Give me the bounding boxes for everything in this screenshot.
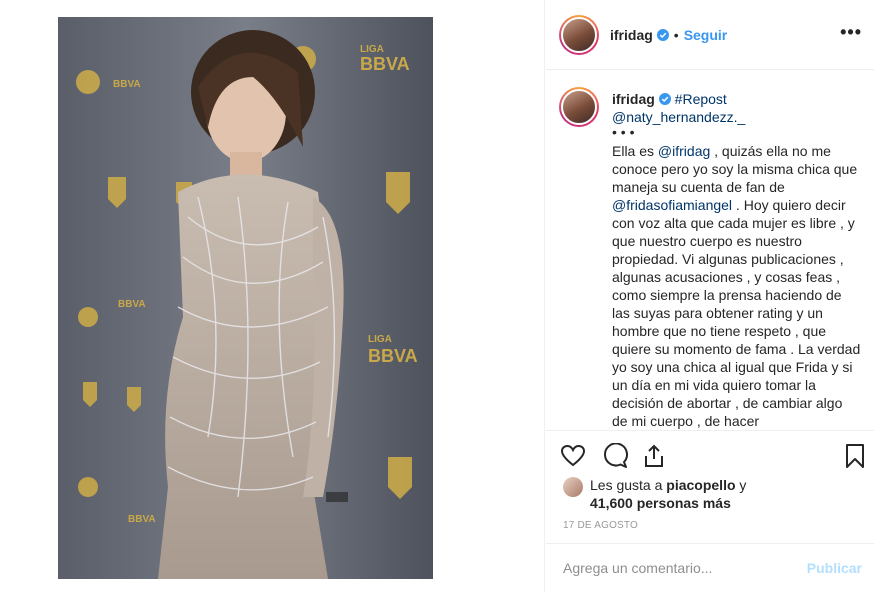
liker-avatar[interactable] <box>563 477 583 497</box>
comment-icon[interactable] <box>602 443 628 469</box>
verified-badge-icon <box>658 93 671 105</box>
heart-icon[interactable] <box>560 443 586 469</box>
publish-comment-button[interactable]: Publicar <box>807 560 862 576</box>
post-header: ifridag • Seguir ••• <box>546 0 874 70</box>
svg-text:BBVA: BBVA <box>113 79 141 90</box>
caption-author[interactable]: ifridag <box>612 91 655 107</box>
caption-text: Ella es @ifridag , quizás ella no me con… <box>612 143 861 429</box>
separator-dot: • <box>673 26 679 43</box>
instagram-post-modal: LIGA BBVA BBVA LIGA BBVA BBVA BBVA ifrid… <box>0 0 874 592</box>
action-bar <box>546 430 874 480</box>
svg-text:LIGA: LIGA <box>368 334 392 345</box>
svg-text:BBVA: BBVA <box>118 299 146 310</box>
more-options-icon[interactable]: ••• <box>840 22 862 43</box>
post-photo[interactable]: LIGA BBVA BBVA LIGA BBVA BBVA BBVA <box>58 17 433 579</box>
caption-scroll-area[interactable]: ifridag #Repost @naty_hernandezz._ • • •… <box>546 71 874 429</box>
post-date[interactable]: 17 DE AGOSTO <box>563 520 638 531</box>
caption-dots: • • • <box>612 124 635 140</box>
author-avatar[interactable] <box>559 14 599 55</box>
caption-mention-fan[interactable]: @fridasofiamiangel <box>612 197 732 213</box>
caption-author-avatar[interactable] <box>559 87 599 127</box>
caption-body: ifridag #Repost @naty_hernandezz._ • • •… <box>612 87 861 429</box>
share-icon[interactable] <box>641 443 667 469</box>
caption-hashtag[interactable]: #Repost <box>675 91 727 107</box>
post-sidebar: ifridag • Seguir ••• ifridag #Repost @na… <box>546 0 874 592</box>
comment-bar: Publicar <box>546 543 874 592</box>
svg-text:BBVA: BBVA <box>128 514 156 525</box>
caption-mention-ifridag[interactable]: @ifridag <box>658 143 710 159</box>
comment-input[interactable] <box>563 560 807 576</box>
svg-text:BBVA: BBVA <box>360 54 410 74</box>
photo-pane: LIGA BBVA BBVA LIGA BBVA BBVA BBVA <box>0 0 545 592</box>
likes-summary: Les gusta a piacopello y 41,600 personas… <box>563 476 746 512</box>
svg-text:BBVA: BBVA <box>368 346 418 366</box>
liker-username[interactable]: piacopello <box>666 477 735 493</box>
verified-badge-icon <box>656 28 669 41</box>
author-username[interactable]: ifridag <box>610 27 653 43</box>
bookmark-icon[interactable] <box>842 443 868 469</box>
caption-mention[interactable]: @naty_hernandezz._ <box>612 109 745 125</box>
likes-count[interactable]: 41,600 personas más <box>590 495 731 511</box>
follow-button[interactable]: Seguir <box>684 27 728 43</box>
